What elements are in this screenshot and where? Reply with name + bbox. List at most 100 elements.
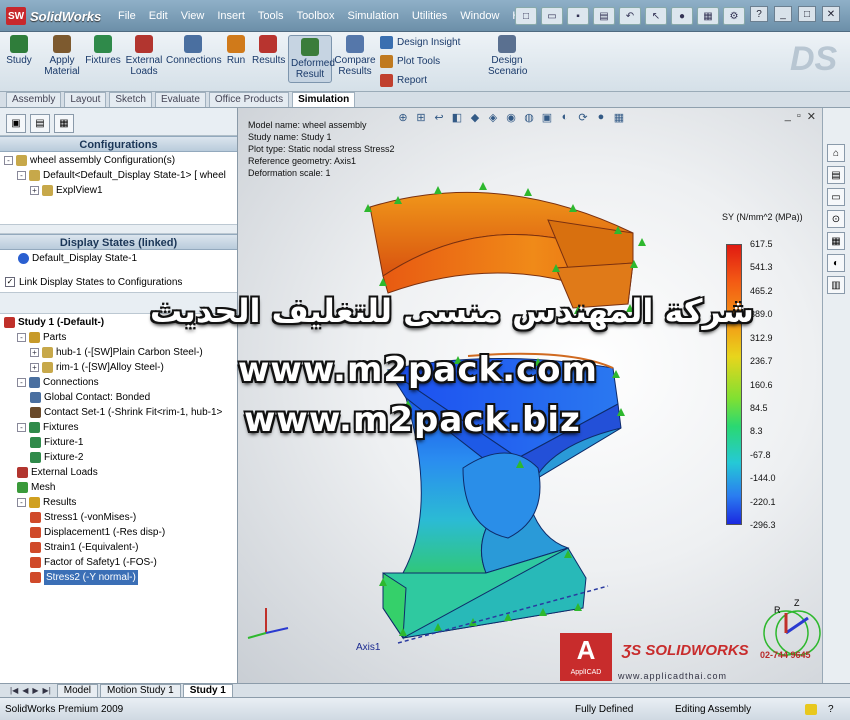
menu-toolbox[interactable]: Toolbox	[297, 10, 335, 22]
appearances-icon[interactable]: ◐	[827, 254, 845, 272]
collapse-icon[interactable]: -	[4, 156, 13, 165]
legend-color-bar	[726, 244, 742, 525]
minimize-button[interactable]: _	[774, 6, 792, 22]
file-properties-icon[interactable]: ▦	[697, 7, 719, 25]
collapse-icon[interactable]: -	[17, 423, 26, 432]
fixtures-button[interactable]: Fixtures	[84, 35, 122, 66]
collapse-icon[interactable]: -	[17, 171, 26, 180]
expand-icon[interactable]: +	[30, 348, 39, 357]
tree-item[interactable]: - Parts	[0, 330, 237, 345]
tree-item[interactable]: - Fixtures	[0, 420, 237, 435]
rebuild-icon[interactable]: ●	[671, 7, 693, 25]
next-tab-arrow-icon[interactable]: ▶	[32, 686, 38, 695]
tree-item[interactable]: Displacement1 (-Res disp-)	[0, 525, 237, 540]
display-state-item[interactable]: Default_Display State-1	[0, 251, 237, 266]
tree-item[interactable]: Strain1 (-Equivalent-)	[0, 540, 237, 555]
design-library-icon[interactable]: ▤	[827, 166, 845, 184]
tree-item[interactable]: Contact Set-1 (-Shrink Fit<rim-1, hub-1>	[0, 405, 237, 420]
tree-item[interactable]: - wheel assembly Configuration(s)	[0, 153, 237, 168]
collapse-icon[interactable]: -	[17, 378, 26, 387]
tree-item[interactable]: Mesh	[0, 480, 237, 495]
study-button[interactable]: Study	[2, 35, 36, 66]
design-insight-button[interactable]: Design Insight	[380, 36, 460, 49]
first-tab-arrow-icon[interactable]: |◀	[10, 686, 18, 695]
tree-item[interactable]: + hub-1 (-[SW]Plain Carbon Steel-)	[0, 345, 237, 360]
open-icon[interactable]: ▭	[541, 7, 563, 25]
report-button[interactable]: Report	[380, 74, 427, 87]
tab-simulation[interactable]: Simulation	[292, 92, 356, 107]
help-icon[interactable]: ?	[750, 6, 768, 22]
connections-button[interactable]: Connections	[166, 35, 222, 66]
tree-item[interactable]: Global Contact: Bonded	[0, 390, 237, 405]
tree-item[interactable]: External Loads	[0, 465, 237, 480]
tab-layout[interactable]: Layout	[64, 92, 107, 107]
deformed-result-button[interactable]: Deformed Result	[288, 35, 335, 83]
feature-tree-tab-icon[interactable]: ▣	[6, 114, 26, 133]
configuration-tab-icon[interactable]: ▦	[54, 114, 74, 133]
link-display-states-checkbox[interactable]: ✓ Link Display States to Configurations	[0, 272, 237, 292]
file-explorer-icon[interactable]: ▭	[827, 188, 845, 206]
collapse-icon[interactable]: -	[17, 333, 26, 342]
rim-part[interactable]	[369, 191, 634, 309]
tree-item[interactable]: Stress2 (-Y normal-)	[0, 570, 237, 585]
tree-item[interactable]: Factor of Safety1 (-FOS-)	[0, 555, 237, 570]
design-scenario-button[interactable]: Design Scenario	[488, 35, 527, 77]
tab-evaluate[interactable]: Evaluate	[154, 92, 206, 107]
search-icon[interactable]: ⊙	[827, 210, 845, 228]
tab-sketch[interactable]: Sketch	[109, 92, 152, 107]
menu-window[interactable]: Window	[460, 10, 499, 22]
tree-node-icon	[42, 347, 53, 358]
hub-part[interactable]	[382, 352, 622, 640]
menu-file[interactable]: File	[118, 10, 136, 22]
tree-item[interactable]: - Default<Default_Display State-1> [ whee…	[0, 168, 237, 183]
bottom-tab-model[interactable]: Model	[56, 683, 99, 698]
options-icon[interactable]: ⚙	[723, 7, 745, 25]
collapse-icon[interactable]: -	[17, 498, 26, 507]
panel-splitter[interactable]	[0, 224, 237, 234]
view-palette-icon[interactable]: ▦	[827, 232, 845, 250]
menu-insert[interactable]: Insert	[217, 10, 245, 22]
expand-icon[interactable]: +	[30, 186, 39, 195]
menu-view[interactable]: View	[181, 10, 205, 22]
plot-tools-button[interactable]: Plot Tools	[380, 55, 440, 68]
tree-item[interactable]: Fixture-1	[0, 435, 237, 450]
run-button[interactable]: Run	[222, 35, 250, 66]
menu-tools[interactable]: Tools	[258, 10, 284, 22]
tree-item[interactable]: - Connections	[0, 375, 237, 390]
tree-item[interactable]: + rim-1 (-[SW]Alloy Steel-)	[0, 360, 237, 375]
custom-properties-icon[interactable]: ▥	[827, 276, 845, 294]
new-icon[interactable]: □	[515, 7, 537, 25]
prev-tab-arrow-icon[interactable]: ◀	[22, 686, 28, 695]
menu-utilities[interactable]: Utilities	[412, 10, 447, 22]
tree-item[interactable]: Stress1 (-vonMises-)	[0, 510, 237, 525]
maximize-button[interactable]: □	[798, 6, 816, 22]
last-tab-arrow-icon[interactable]: ▶|	[43, 686, 51, 695]
tree-item-label: wheel assembly Configuration(s)	[30, 155, 176, 166]
tree-item[interactable]: + ExplView1	[0, 183, 237, 198]
external-loads-button[interactable]: External Loads	[124, 35, 164, 77]
menu-simulation[interactable]: Simulation	[347, 10, 398, 22]
results-button[interactable]: Results	[252, 35, 285, 66]
expand-icon[interactable]: +	[30, 363, 39, 372]
apply-material-button[interactable]: Apply Material	[40, 35, 84, 77]
property-tab-icon[interactable]: ▤	[30, 114, 50, 133]
status-help[interactable]: ?	[828, 704, 834, 715]
menu-edit[interactable]: Edit	[149, 10, 168, 22]
rebuild-status-icon[interactable]	[805, 704, 817, 715]
bottom-tab-motion-study-1[interactable]: Motion Study 1	[100, 683, 181, 698]
tab-assembly[interactable]: Assembly	[6, 92, 62, 107]
save-icon[interactable]: ▪	[567, 7, 589, 25]
bottom-tab-study-1[interactable]: Study 1	[182, 683, 233, 698]
tree-item[interactable]: - Results	[0, 495, 237, 510]
graphics-area[interactable]: ⊕ ⊞ ↩ ◧ ◆ ◈ ◉ ◍ ▣ ◐ ⟳ ● ▦ _ ▫ ✕ Model na…	[238, 108, 822, 683]
tree-node-icon	[29, 332, 40, 343]
solidworks-resources-icon[interactable]: ⌂	[827, 144, 845, 162]
legend-tick-label: 541.3	[750, 262, 773, 273]
undo-icon[interactable]: ↶	[619, 7, 641, 25]
compare-results-button[interactable]: Compare Results	[334, 35, 376, 77]
select-icon[interactable]: ↖	[645, 7, 667, 25]
print-icon[interactable]: ▤	[593, 7, 615, 25]
tree-item[interactable]: Fixture-2	[0, 450, 237, 465]
tab-office-products[interactable]: Office Products	[208, 92, 290, 107]
close-button[interactable]: ✕	[822, 6, 840, 22]
